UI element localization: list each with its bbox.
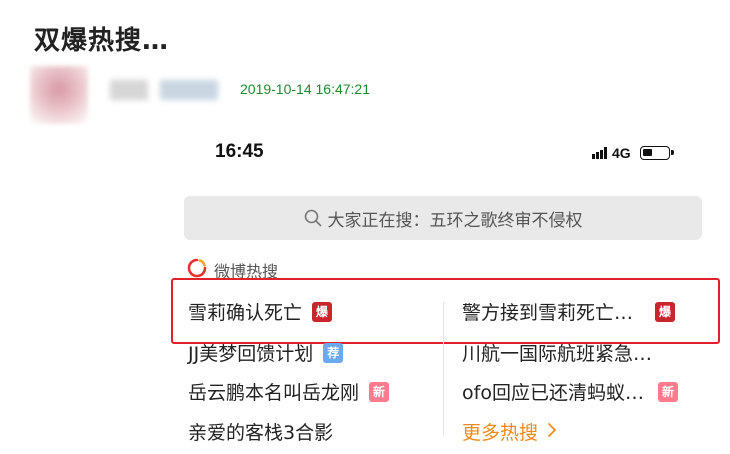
hot-item-text: 岳云鹏本名叫岳龙刚 (188, 382, 360, 404)
avatar[interactable] (30, 66, 88, 124)
hot-item[interactable]: 雪莉确认死亡 爆 (188, 298, 333, 325)
network-type: 4G (612, 145, 631, 161)
search-placeholder: 大家正在搜：五环之歌终审不侵权 (327, 210, 583, 231)
post-timestamp: 2019-10-14 16:47:21 (240, 81, 370, 97)
hot-item[interactable]: 川航一国际航班紧急… (462, 339, 652, 366)
column-divider (443, 302, 444, 436)
status-bar-time: 16:45 (215, 141, 264, 162)
hot-item[interactable]: 警方接到雪莉死亡… 爆 (462, 298, 676, 325)
hot-item-text: JJ美梦回馈计划 (188, 343, 314, 365)
chevron-right-icon (546, 421, 558, 443)
search-icon (304, 209, 322, 227)
xin-badge: 新 (657, 381, 678, 402)
hot-item-text: 雪莉确认死亡 (188, 302, 303, 324)
hot-item-text: ofo回应已还清蚂蚁… (462, 382, 644, 404)
post-title: 双爆热搜… (34, 26, 170, 56)
search-bar[interactable]: 大家正在搜：五环之歌终审不侵权 (184, 196, 702, 240)
hot-item-text: 亲爱的客栈3合影 (188, 422, 334, 444)
jian-badge: 荐 (323, 342, 344, 363)
hot-item[interactable]: JJ美梦回馈计划 荐 (188, 339, 344, 366)
hot-item[interactable]: 亲爱的客栈3合影 (188, 418, 333, 445)
more-hot-link[interactable]: 更多热搜 (462, 418, 558, 445)
username-blurred[interactable] (110, 80, 148, 100)
hot-item-text: 川航一国际航班紧急… (462, 343, 653, 365)
hot-item[interactable]: 岳云鹏本名叫岳龙刚 新 (188, 378, 390, 405)
hot-item[interactable]: ofo回应已还清蚂蚁… 新 (462, 378, 678, 405)
status-bar-indicators: 4G (592, 143, 674, 163)
battery-icon (639, 146, 674, 160)
bao-badge: 爆 (312, 301, 333, 322)
username-blurred[interactable] (160, 80, 218, 100)
more-hot-label: 更多热搜 (462, 422, 539, 444)
signal-icon (592, 147, 607, 159)
bao-badge: 爆 (655, 301, 676, 322)
xin-badge: 新 (369, 381, 390, 402)
hot-item-text: 警方接到雪莉死亡… (462, 302, 634, 324)
